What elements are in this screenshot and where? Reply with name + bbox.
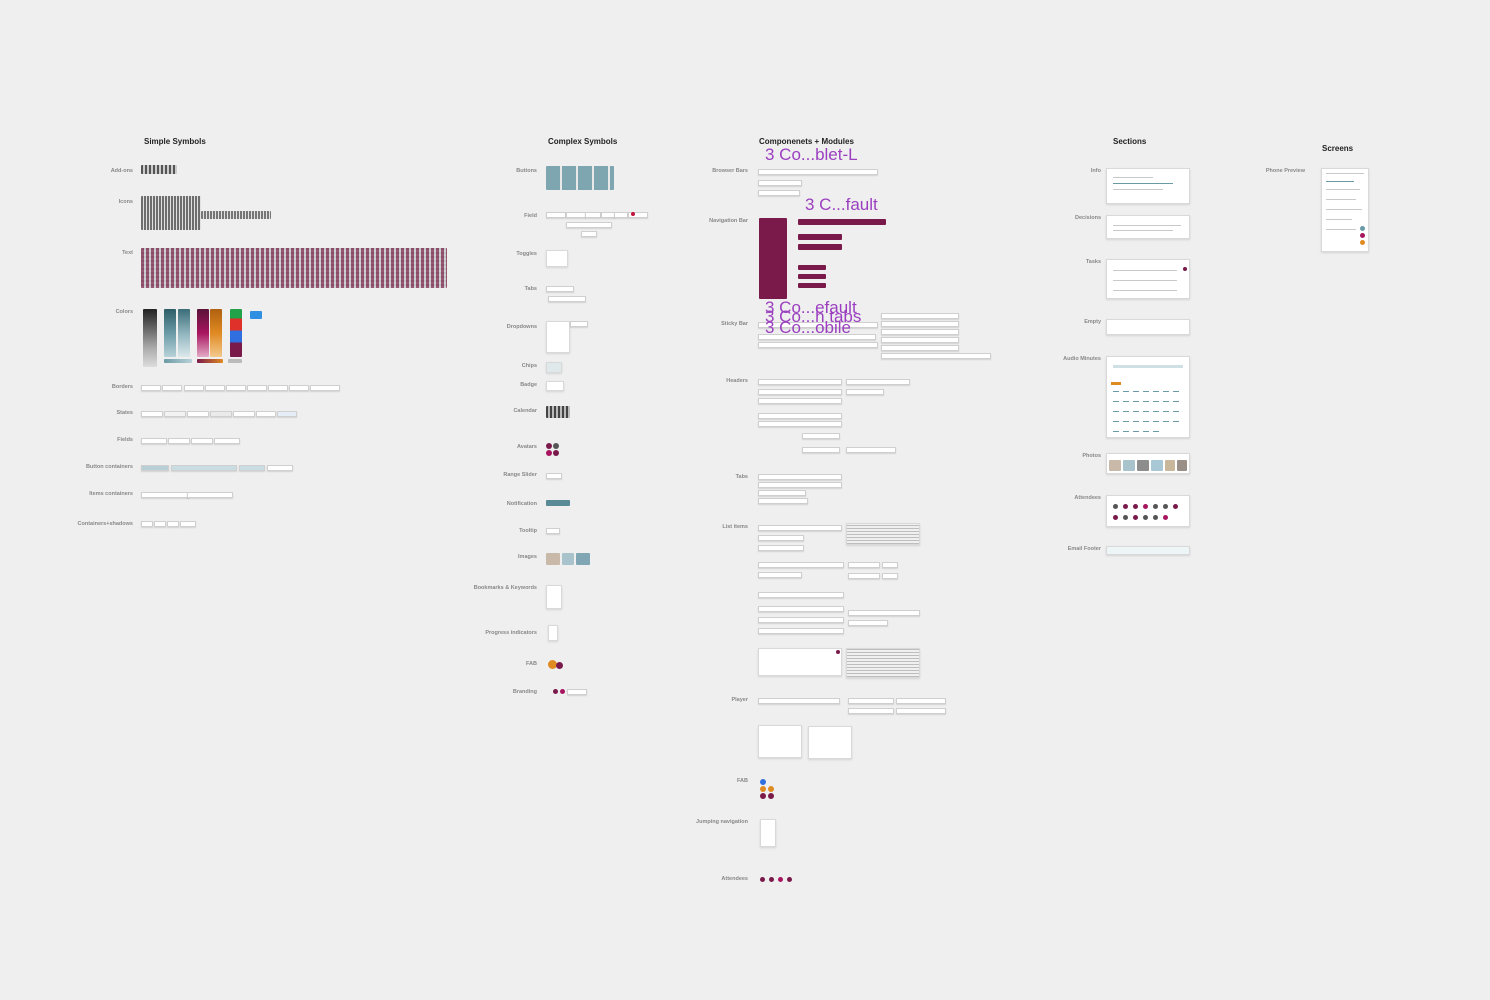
notification-artboard[interactable] [546,500,570,506]
label-toggles: Toggles [516,251,537,257]
swatch-teal-1 [164,309,176,357]
label-avatars: Avatars [517,444,537,450]
label-addons: Add-ons [110,168,133,174]
label-colors: Colors [115,309,133,315]
label-fields: Fields [117,437,133,443]
label-photos: Photos [1082,453,1101,459]
label-notification: Notification [506,501,537,507]
swatch-teal-2 [178,309,190,357]
calendar-artboard[interactable] [546,406,570,418]
label-icons: Icons [118,199,133,205]
toggles-artboard[interactable] [546,250,568,267]
label-navigation-bar: Navigation Bar [709,218,748,224]
empty-section-artboard[interactable] [1106,319,1190,335]
phone-preview-artboard[interactable] [1321,168,1369,252]
audio-minutes-section-artboard[interactable] [1106,356,1190,438]
label-range-slider: Range Slider [503,472,537,478]
swatch-gradient-gray [228,359,242,363]
label-field: Field [524,213,537,219]
column-title-sections: Sections [1113,137,1147,146]
column-title-simple-symbols: Simple Symbols [144,137,206,146]
swatch-status [230,309,242,357]
label-attendees-component: Attendees [721,876,748,882]
label-phone-preview: Phone Preview [1265,168,1305,174]
email-footer-section-artboard[interactable] [1106,546,1190,555]
addons-artboard[interactable] [141,165,177,174]
overlay-sticky-mobile: 3 Co...obile [765,318,851,337]
buttons-artboard[interactable] [546,166,614,190]
swatch-orange [210,309,222,357]
label-sticky-bar: Sticky Bar [721,321,748,327]
label-fab-complex: FAB [526,661,537,667]
label-buttons: Buttons [516,168,537,174]
label-tooltip: Tooltip [519,528,537,534]
label-chips: Chips [521,363,537,369]
label-button-containers: Button containers [85,464,133,470]
label-fab-component: FAB [737,778,748,784]
tasks-section-artboard[interactable] [1106,259,1190,299]
label-bookmarks: Bookmarks & Keywords [473,585,537,591]
swatch-gradient-warm [197,359,223,363]
label-branding: Branding [512,689,537,695]
label-dropdowns: Dropdowns [506,324,537,330]
label-list-items: List items [722,524,748,530]
label-states: States [116,410,133,416]
label-headers: Headers [726,378,748,384]
range-slider-artboard[interactable] [546,473,562,479]
label-items-containers: Items containers [89,491,133,497]
overlay-browser-bars: 3 Co...blet-L [765,145,858,164]
badge-artboard[interactable] [546,381,564,391]
label-browser-bars: Browser Bars [712,168,748,174]
label-tabs-component: Tabs [735,474,748,480]
label-progress: Progress indicators [485,630,537,636]
label-attendees-section: Attendees [1074,495,1101,501]
label-player: Player [731,697,748,703]
label-borders: Borders [111,384,133,390]
column-title-screens: Screens [1322,144,1354,153]
overlay-navigation-bar: 3 C...fault [805,195,878,214]
text-styles-artboard[interactable] [141,248,447,288]
info-section-artboard[interactable] [1106,168,1190,204]
label-text: Text [122,250,133,256]
swatch-maroon [197,309,209,357]
label-empty: Empty [1084,319,1101,325]
label-calendar: Calendar [513,408,537,414]
jumping-navigation-artboard[interactable] [760,819,776,847]
tooltip-artboard[interactable] [546,528,560,534]
progress-artboard[interactable] [548,625,558,641]
label-info: Info [1090,168,1101,174]
label-images: Images [518,554,537,560]
label-decisions: Decisions [1075,215,1101,221]
label-audio-minutes: Audio Minutes [1063,356,1101,362]
chips-artboard[interactable] [546,362,562,373]
label-jumping-navigation: Jumping navigation [696,819,748,825]
column-title-complex-symbols: Complex Symbols [548,137,618,146]
swatch-gradient-teal [164,359,192,363]
photos-section-artboard[interactable] [1106,453,1190,474]
icons-artboard[interactable] [141,196,201,230]
label-badge: Badge [520,382,537,388]
attendees-section-artboard[interactable] [1106,495,1190,527]
label-containers-shadows: Containers+shadows [77,521,133,527]
label-tasks: Tasks [1085,259,1101,265]
swatch-grays [143,309,157,367]
label-tabs: Tabs [524,286,537,292]
label-email-footer: Email Footer [1067,546,1101,552]
bookmarks-artboard[interactable] [546,585,562,609]
icons-artboard-row[interactable] [201,211,271,219]
swatch-blue [250,311,262,319]
decisions-section-artboard[interactable] [1106,215,1190,239]
